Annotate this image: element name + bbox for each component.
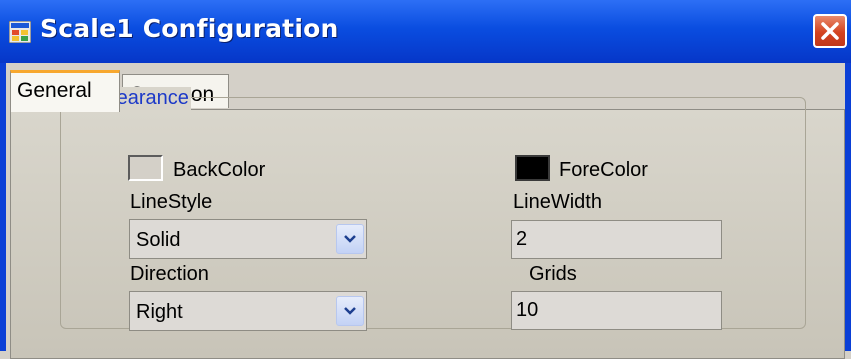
chevron-down-icon	[344, 235, 356, 243]
close-button[interactable]	[813, 14, 847, 48]
backcolor-swatch[interactable]	[128, 155, 163, 181]
config-window: Scale1 Configuration General Common Appe…	[0, 0, 851, 359]
linestyle-dropdown-button[interactable]	[336, 224, 364, 254]
tab-general[interactable]: General	[10, 70, 120, 112]
linestyle-value: Solid	[136, 229, 181, 251]
forecolor-swatch[interactable]	[515, 155, 550, 181]
linewidth-input[interactable]	[516, 228, 711, 251]
app-window-icon	[9, 21, 31, 43]
grids-label: Grids	[529, 263, 577, 285]
forecolor-label: ForeColor	[559, 159, 648, 181]
direction-label: Direction	[130, 263, 209, 285]
dialog-body: General Common Appearance BackColor Fore…	[6, 63, 845, 359]
direction-value: Right	[136, 301, 183, 323]
close-icon	[821, 22, 839, 40]
linestyle-select[interactable]: Solid	[129, 219, 367, 259]
direction-dropdown-button[interactable]	[336, 296, 364, 326]
linewidth-field[interactable]	[511, 220, 722, 259]
backcolor-label: BackColor	[173, 159, 266, 181]
linewidth-label: LineWidth	[513, 191, 602, 213]
grids-field[interactable]	[511, 291, 722, 330]
grids-input[interactable]	[516, 299, 711, 322]
title-bar[interactable]: Scale1 Configuration	[0, 0, 851, 63]
chevron-down-icon	[344, 307, 356, 315]
direction-select[interactable]: Right	[129, 291, 367, 331]
linestyle-label: LineStyle	[130, 191, 213, 213]
window-title: Scale1 Configuration	[40, 14, 339, 43]
